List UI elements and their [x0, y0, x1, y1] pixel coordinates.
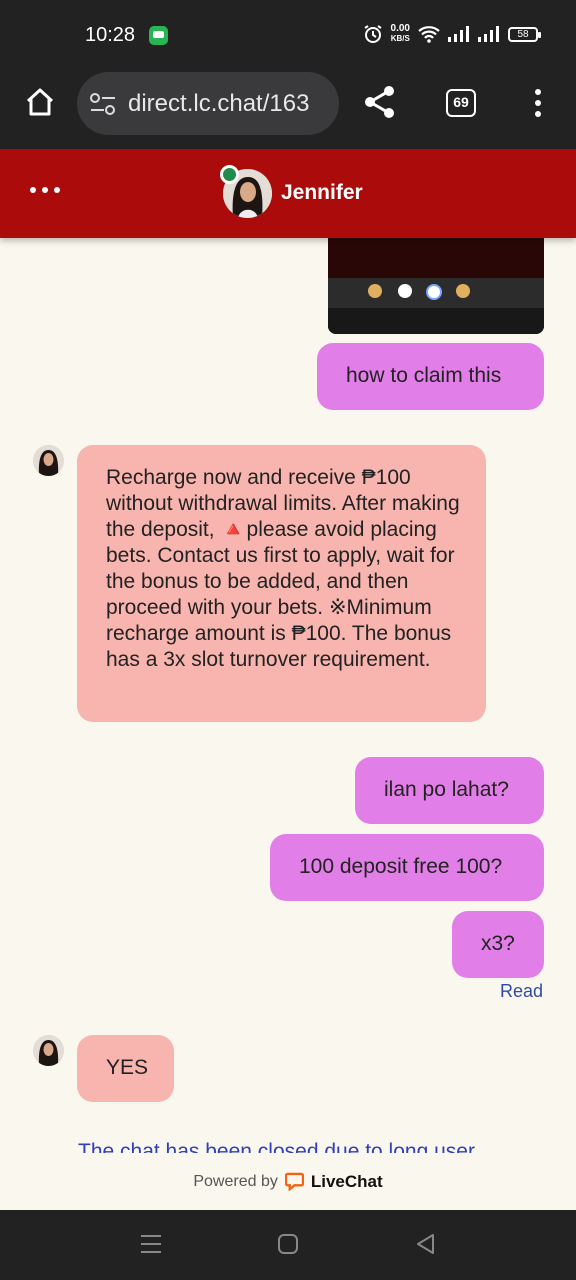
- recent-apps-icon[interactable]: [139, 1232, 163, 1256]
- agent-name: Jennifer: [281, 181, 363, 204]
- outgoing-message: 100 deposit free 100?: [270, 834, 544, 901]
- home-nav-icon[interactable]: [276, 1232, 300, 1256]
- signal-icon-2: [478, 26, 499, 42]
- powered-by-label: Powered by: [193, 1172, 278, 1190]
- battery-icon: 58: [508, 26, 541, 42]
- browser-toolbar: direct.lc.chat/163 69: [0, 72, 576, 149]
- livechat-logo-icon: [284, 1172, 304, 1191]
- powered-by-footer[interactable]: Powered by LiveChat: [0, 1153, 576, 1210]
- signal-icon: [448, 26, 469, 42]
- home-button[interactable]: [20, 82, 60, 122]
- messages-notification-icon: [149, 26, 168, 45]
- outgoing-message: x3?: [452, 911, 544, 978]
- address-bar[interactable]: direct.lc.chat/163: [77, 72, 339, 135]
- network-speed: 0.00 KB/S: [390, 23, 410, 44]
- site-settings-icon[interactable]: [90, 93, 116, 115]
- more-options-icon[interactable]: [30, 187, 60, 193]
- online-status-indicator: [220, 165, 239, 184]
- chat-messages[interactable]: how to claim this Recharge now and recei…: [0, 238, 576, 1153]
- status-icons: 0.00 KB/S 58: [363, 23, 541, 44]
- incoming-message: Recharge now and receive ₱100 without wi…: [77, 445, 486, 722]
- agent-avatar-small: [33, 1035, 64, 1066]
- url-text: direct.lc.chat/163: [128, 90, 310, 117]
- incoming-message: YES: [77, 1035, 174, 1102]
- home-icon: [26, 88, 54, 116]
- chat-closed-notice: The chat has been closed due to long use…: [78, 1140, 475, 1153]
- back-icon[interactable]: [414, 1232, 438, 1256]
- read-receipt: Read: [499, 981, 543, 1001]
- alarm-icon: [363, 25, 382, 43]
- system-navigation-bar: [0, 1210, 576, 1280]
- livechat-brand: LiveChat: [310, 1171, 383, 1191]
- share-icon: [365, 86, 394, 118]
- outgoing-message: ilan po lahat?: [355, 757, 544, 824]
- shared-screenshot-image[interactable]: [328, 238, 544, 334]
- clock: 10:28: [85, 24, 136, 46]
- status-bar: 10:28 0.00 KB/S 58: [0, 0, 576, 72]
- outgoing-message: how to claim this: [317, 343, 544, 410]
- wifi-icon: [418, 26, 440, 43]
- tab-switcher-button[interactable]: 69: [446, 89, 476, 117]
- share-button[interactable]: [362, 84, 400, 122]
- browser-menu-button[interactable]: [528, 87, 548, 121]
- agent-avatar-small: [33, 445, 64, 476]
- chat-header: Jennifer: [0, 149, 576, 238]
